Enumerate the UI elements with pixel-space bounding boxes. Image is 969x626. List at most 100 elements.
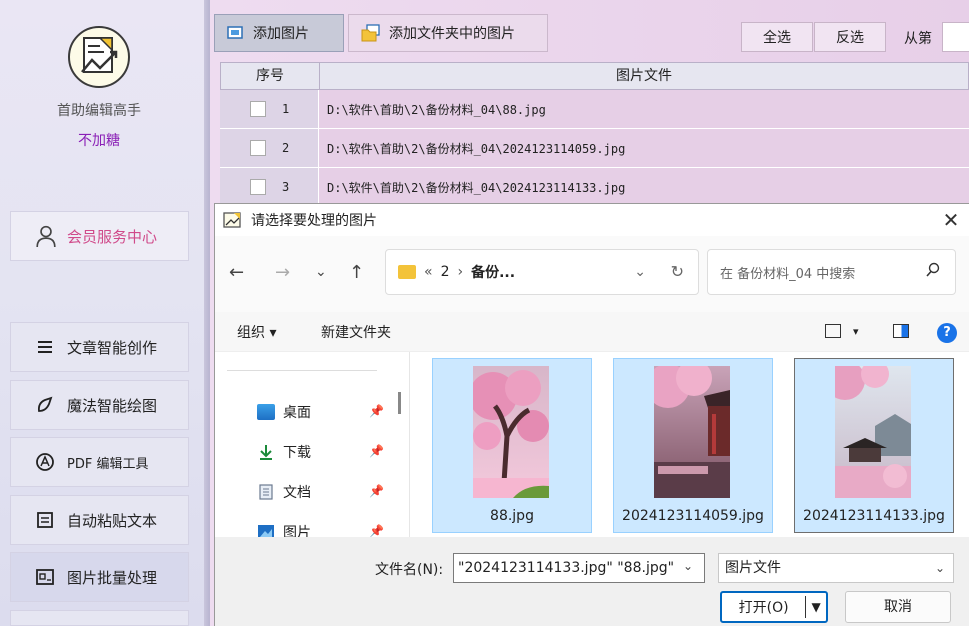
close-icon[interactable]: ✕ xyxy=(939,208,963,232)
sidebar-item-partial[interactable] xyxy=(10,610,189,626)
dialog-navbar: ← → ⌄ ↑ « 2 › 备份... ⌄ ↻ 在 备份材料_04 中搜索 xyxy=(215,236,969,312)
address-segment[interactable]: 2 xyxy=(441,264,450,280)
image-batch-icon xyxy=(36,569,54,585)
view-mode-icon[interactable] xyxy=(825,324,841,338)
quick-access-label: 桌面 xyxy=(283,405,311,421)
pin-icon[interactable]: 📌 xyxy=(369,444,384,458)
organize-button[interactable]: 组织 ▾ xyxy=(237,322,276,342)
dialog-titlebar: 请选择要处理的图片 xyxy=(215,204,969,236)
document-icon xyxy=(259,484,273,500)
new-folder-button[interactable]: 新建文件夹 xyxy=(321,322,391,342)
address-dropdown-icon[interactable]: ⌄ xyxy=(634,264,646,280)
pin-icon[interactable]: 📌 xyxy=(369,524,384,538)
address-bar[interactable]: « 2 › 备份... ⌄ ↻ xyxy=(385,249,699,295)
add-images-button[interactable]: 添加图片 xyxy=(214,14,344,52)
filename-label: 文件名(N): xyxy=(375,562,444,578)
up-arrow-icon[interactable]: ↑ xyxy=(349,262,364,283)
command-bar: 组织 ▾ 新建文件夹 ▾ ? xyxy=(215,312,969,352)
dialog-footer: 文件名(N): "2024123114133.jpg" "88.jpg" ⌄ 图… xyxy=(215,537,969,626)
recent-chevron-icon[interactable]: ⌄ xyxy=(315,264,327,280)
search-input[interactable]: 在 备份材料_04 中搜索 xyxy=(707,249,956,295)
image-thumbnail xyxy=(654,366,730,498)
paste-icon xyxy=(37,512,53,528)
open-button[interactable]: 打开(O) ▼ xyxy=(720,591,828,623)
file-name: 2024123114133.jpg xyxy=(803,508,945,524)
quick-access-downloads[interactable]: 下载 xyxy=(257,442,311,462)
member-center-label: 会员服务中心 xyxy=(67,227,158,246)
row-index: 3 xyxy=(282,180,290,194)
member-center-button[interactable]: 会员服务中心 xyxy=(10,211,189,261)
view-dropdown-icon[interactable]: ▾ xyxy=(853,325,859,338)
folder-icon xyxy=(398,265,416,279)
filename-dropdown-icon[interactable]: ⌄ xyxy=(683,559,693,573)
nav-scrollbar[interactable] xyxy=(398,392,401,414)
back-arrow-icon[interactable]: ← xyxy=(229,262,244,283)
refresh-icon[interactable]: ↻ xyxy=(671,262,684,281)
file-name: 88.jpg xyxy=(490,508,534,524)
address-separator: › xyxy=(457,264,464,280)
user-icon xyxy=(36,225,56,247)
folder-images-icon xyxy=(361,24,380,42)
table-row[interactable]: 2 D:\软件\首助\2\备份材料_04\2024123114059.jpg xyxy=(220,129,969,168)
table-header: 序号 图片文件 xyxy=(220,62,969,90)
pdf-icon xyxy=(36,453,54,471)
menu-lines-icon xyxy=(38,341,52,353)
sidebar-item-drawing[interactable]: 魔法智能绘图 xyxy=(10,380,189,430)
image-add-icon xyxy=(227,26,243,39)
image-thumbnail xyxy=(473,366,549,498)
help-icon[interactable]: ? xyxy=(937,323,957,343)
add-images-label: 添加图片 xyxy=(253,26,309,42)
quick-access-desktop[interactable]: 桌面 xyxy=(257,402,311,422)
open-label: 打开(O) xyxy=(738,600,789,616)
open-dropdown-icon[interactable]: ▼ xyxy=(806,600,826,614)
row-checkbox[interactable] xyxy=(250,179,266,195)
sidebar-item-label: 图片批量处理 xyxy=(67,568,158,587)
image-thumbnail xyxy=(835,366,911,498)
chevron-down-icon: ⌄ xyxy=(934,561,945,575)
add-folder-images-label: 添加文件夹中的图片 xyxy=(389,26,515,42)
app-subtitle: 不加糖 xyxy=(78,133,120,149)
preview-pane-icon[interactable] xyxy=(893,324,909,338)
sidebar-item-image-batch[interactable]: 图片批量处理 xyxy=(10,552,189,602)
download-icon xyxy=(260,445,272,460)
sidebar-item-label: 魔法智能绘图 xyxy=(67,396,158,415)
desktop-icon xyxy=(257,404,275,420)
table-row[interactable]: 3 D:\软件\首助\2\备份材料_04\2024123114133.jpg xyxy=(220,168,969,207)
quick-access-documents[interactable]: 文档 xyxy=(257,482,311,502)
column-index-header: 序号 xyxy=(221,63,320,89)
select-all-button[interactable]: 全选 xyxy=(741,22,813,52)
file-tile[interactable]: 88.jpg xyxy=(432,358,592,533)
column-file-header: 图片文件 xyxy=(616,68,672,84)
invert-selection-button[interactable]: 反选 xyxy=(814,22,886,52)
sidebar-item-label: 自动粘贴文本 xyxy=(67,511,158,530)
app-logo-icon xyxy=(68,26,130,88)
address-prefix: « xyxy=(424,264,433,280)
row-path: D:\软件\首助\2\备份材料_04\2024123114133.jpg xyxy=(319,168,969,206)
pin-icon[interactable]: 📌 xyxy=(369,484,384,498)
sidebar-item-label: 文章智能创作 xyxy=(67,338,158,357)
forward-arrow-icon[interactable]: → xyxy=(275,262,290,283)
quick-access-label: 文档 xyxy=(283,485,311,501)
pin-icon[interactable]: 📌 xyxy=(369,404,384,418)
row-checkbox[interactable] xyxy=(250,101,266,117)
nav-separator xyxy=(227,370,377,371)
filetype-select[interactable]: 图片文件 ⌄ xyxy=(718,553,954,583)
row-checkbox[interactable] xyxy=(250,140,266,156)
cancel-button[interactable]: 取消 xyxy=(845,591,951,623)
navigation-pane: 桌面 📌 下载 📌 文档 📌 图片 📌 xyxy=(215,352,409,541)
file-tile-focused[interactable]: 2024123114133.jpg xyxy=(794,358,954,533)
file-tile[interactable]: 2024123114059.jpg xyxy=(613,358,773,533)
address-segment[interactable]: 备份... xyxy=(471,262,515,282)
from-input[interactable] xyxy=(942,22,969,52)
sidebar-item-pdf[interactable]: PDF 编辑工具 xyxy=(10,437,189,487)
dialog-app-icon xyxy=(223,212,241,228)
quick-access-label: 下载 xyxy=(283,445,311,461)
table-row[interactable]: 1 D:\软件\首助\2\备份材料_04\88.jpg xyxy=(220,90,969,129)
sidebar-item-article[interactable]: 文章智能创作 xyxy=(10,322,189,372)
add-folder-images-button[interactable]: 添加文件夹中的图片 xyxy=(348,14,548,52)
row-index: 2 xyxy=(282,141,290,155)
sidebar-item-paste[interactable]: 自动粘贴文本 xyxy=(10,495,189,545)
filename-input[interactable]: "2024123114133.jpg" "88.jpg" xyxy=(453,553,705,583)
file-view: 88.jpg 2024123114059.jpg 2024123114133.j… xyxy=(410,352,969,537)
app-name: 首助编辑高手 xyxy=(57,103,141,119)
